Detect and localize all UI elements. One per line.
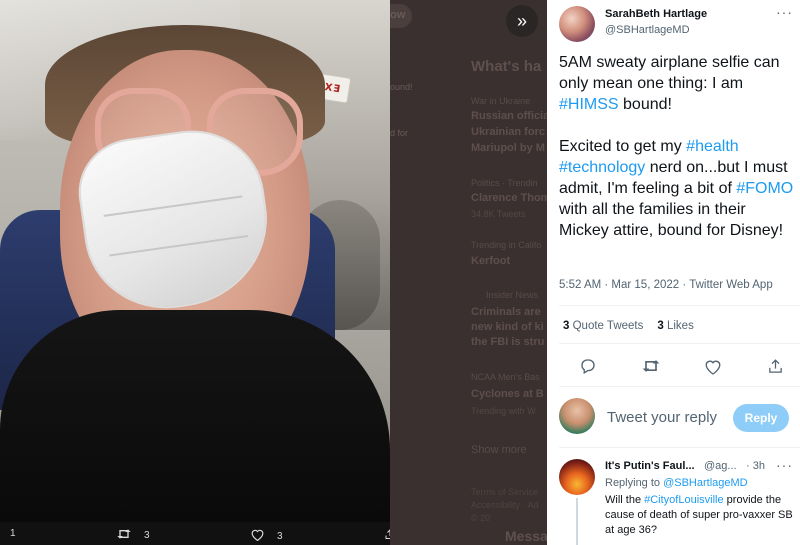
whats-happening-heading: What's ha	[471, 58, 542, 75]
photo-like-action[interactable]: 3	[250, 528, 283, 544]
tweet-text: 5AM sweaty airplane selfie can only mean…	[559, 52, 797, 241]
tweet-meta[interactable]: 5:52 AM · Mar 15, 2022 · Twitter Web App	[559, 279, 773, 291]
likes-label: Likes	[666, 320, 694, 332]
hashtag-link[interactable]: #health	[686, 138, 739, 155]
tweet-stats: 3 Quote Tweets 3 Likes	[563, 320, 694, 332]
trend-line: Criminals are	[471, 306, 541, 318]
footer-link: © 20	[471, 513, 491, 523]
expand-icon[interactable]: »	[506, 5, 538, 37]
retweet-icon[interactable]	[640, 356, 662, 376]
divider	[559, 386, 800, 387]
footer-link: Accessibility · Ad	[471, 500, 539, 510]
bg-fragment: ound!	[390, 82, 413, 92]
tweet-detail-pane: SarahBeth Hartlage @SBHartlageMD ··· 5AM…	[547, 0, 800, 545]
trend-category: NCAA Men's Bas	[471, 372, 540, 382]
photo-action-bar: 1 3 3	[0, 522, 395, 545]
trend-category: Insider News	[486, 290, 539, 300]
trend-line: new kind of ki	[471, 321, 544, 333]
trend-sub: Trending with W	[471, 406, 536, 416]
photo-reply-count: 1	[10, 528, 16, 539]
photo-reply-action[interactable]: 1	[10, 528, 16, 539]
divider	[559, 343, 800, 344]
reply-author-handle[interactable]: @ag...	[704, 460, 737, 472]
reply-author-name[interactable]: It's Putin's Faul...	[605, 460, 695, 472]
reply-button[interactable]: Reply	[733, 404, 789, 432]
footer-link: Terms of Service	[471, 487, 539, 497]
trend-line: Ukrainian forc	[471, 126, 545, 138]
quote-tweets-stat[interactable]: 3 Quote Tweets	[563, 320, 643, 332]
share-icon[interactable]	[765, 356, 787, 376]
thread-line	[576, 498, 578, 545]
hashtag-link[interactable]: #FOMO	[736, 180, 793, 197]
reply-text: Will the #CityofLouisville provide the c…	[605, 493, 795, 538]
trend-category: Trending in Califo	[471, 240, 542, 250]
quote-tweets-label: Quote Tweets	[572, 320, 644, 332]
trend-line: Mariupol by M	[471, 142, 545, 154]
show-more-link: Show more	[471, 444, 527, 456]
trend-category: War in Ukraine	[471, 96, 531, 106]
shirt	[0, 310, 390, 522]
tweet-photo[interactable]: EXIT SALIDA	[0, 0, 390, 522]
likes-stat[interactable]: 3 Likes	[657, 320, 693, 332]
text-segment: 5AM sweaty airplane selfie can only mean…	[559, 54, 785, 92]
trend-line: Clarence Thom	[471, 192, 547, 204]
avatar[interactable]	[559, 6, 595, 42]
replying-prefix: Replying to	[605, 477, 664, 489]
avatar[interactable]	[559, 459, 595, 495]
replying-to: Replying to @SBHartlageMD	[605, 477, 748, 489]
heart-icon	[250, 528, 265, 544]
background-page: llow ound! d for What's ha War in Ukrain…	[390, 0, 547, 545]
trend-sub: 34.8K Tweets	[471, 209, 526, 219]
author-handle[interactable]: @SBHartlageMD	[605, 24, 690, 36]
bg-fragment: d for	[390, 128, 409, 138]
reply-input[interactable]: Tweet your reply	[607, 409, 717, 426]
quote-tweets-count: 3	[563, 320, 570, 332]
more-icon[interactable]: ···	[776, 4, 793, 20]
reply-time[interactable]: · 3h	[746, 460, 765, 472]
photo-retweet-count: 3	[144, 530, 150, 541]
trend-line: Cyclones at B	[471, 388, 544, 400]
trend-category: Politics · Trendin	[471, 178, 538, 188]
reply-icon[interactable]	[577, 356, 599, 376]
follow-button-bg: llow	[390, 4, 412, 28]
author-name[interactable]: SarahBeth Hartlage	[605, 8, 707, 20]
trend-line: Russian officia	[471, 110, 547, 122]
more-icon[interactable]: ···	[776, 457, 793, 473]
text-segment: Will the	[605, 494, 645, 506]
hashtag-link[interactable]: #CityofLouisville	[644, 494, 723, 506]
messages-drawer-title: Messa	[505, 528, 547, 544]
hashtag-link[interactable]: #HIMSS	[559, 96, 619, 113]
avatar	[559, 398, 595, 434]
trend-line: Kerfoot	[471, 255, 511, 267]
divider	[559, 447, 800, 448]
likes-count: 3	[657, 320, 664, 332]
replying-to-link[interactable]: @SBHartlageMD	[663, 477, 748, 489]
trend-line: the FBI is stru	[471, 336, 545, 348]
retweet-icon	[116, 528, 132, 543]
divider	[559, 305, 800, 306]
photo-retweet-action[interactable]: 3	[116, 528, 150, 543]
heart-icon[interactable]	[702, 356, 724, 376]
tweet-actions	[577, 356, 787, 376]
hashtag-link[interactable]: #technology	[559, 159, 645, 176]
photo-like-count: 3	[277, 530, 283, 542]
